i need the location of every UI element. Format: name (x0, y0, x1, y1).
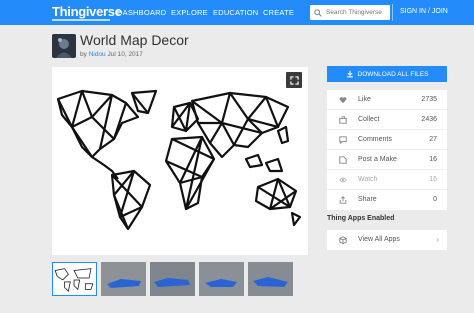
download-label: DOWNLOAD ALL FILES (357, 70, 429, 78)
like-count: 2735 (421, 96, 437, 103)
download-all-files-button[interactable]: DOWNLOAD ALL FILES (327, 66, 447, 82)
thing-apps-heading: Thing Apps Enabled (327, 215, 395, 222)
comment-icon (339, 136, 347, 144)
post-a-make-label: Post a Make (358, 156, 397, 163)
logo-underline (52, 19, 110, 21)
collect-icon (339, 116, 347, 124)
post-make-icon (339, 156, 347, 164)
collect-label: Collect (358, 116, 380, 123)
comments-count: 27 (429, 136, 437, 143)
page-title: World Map Decor (80, 32, 189, 48)
print-thumbnail-image (150, 262, 195, 296)
thumbnail-5[interactable] (248, 262, 293, 296)
share-icon (339, 196, 347, 204)
heart-icon (339, 97, 347, 104)
print-thumbnail-image (248, 262, 293, 296)
top-navbar: Thingiverse DASHBOARD EXPLORE EDUCATION … (0, 0, 474, 25)
collect-count: 2436 (421, 116, 437, 123)
cube-icon (339, 236, 347, 244)
fullscreen-button[interactable] (286, 72, 302, 88)
makes-count: 16 (429, 156, 437, 163)
stats-panel: Like 2735 Collect 2436 Comments 27 Post … (327, 90, 447, 210)
byline: by Nidou Jul 10, 2017 (80, 51, 143, 58)
thumbnail-4[interactable] (199, 262, 244, 296)
watch-label: Watch (358, 176, 378, 183)
page: Thingiverse DASHBOARD EXPLORE EDUCATION … (0, 0, 474, 313)
print-thumbnail-image (199, 262, 244, 296)
world-map-image (56, 89, 302, 231)
comments-label: Comments (358, 136, 392, 143)
thingiverse-logo[interactable]: Thingiverse (52, 4, 122, 19)
download-icon (346, 70, 353, 78)
comments-button[interactable]: Comments 27 (327, 130, 447, 150)
publish-date: Jul 10, 2017 (107, 51, 143, 58)
expand-icon (289, 75, 299, 85)
search-icon (314, 8, 322, 17)
post-a-make-button[interactable]: Post a Make 16 (327, 150, 447, 170)
watch-button[interactable]: Watch 16 (327, 170, 447, 190)
nav-create[interactable]: CREATE (263, 8, 294, 17)
main-image[interactable] (52, 67, 308, 255)
thumbnail-2[interactable] (101, 262, 146, 296)
search-box[interactable] (310, 5, 390, 20)
author-link[interactable]: Nidou (89, 51, 106, 58)
thumbnail-map[interactable] (52, 262, 97, 296)
watch-count: 16 (429, 176, 437, 183)
byline-by: by (80, 51, 87, 58)
thumbnail-strip (52, 262, 308, 296)
thumbnail-3[interactable] (150, 262, 195, 296)
like-button[interactable]: Like 2735 (327, 90, 447, 110)
collect-button[interactable]: Collect 2436 (327, 110, 447, 130)
share-count: 0 (433, 196, 437, 203)
nav-education[interactable]: EDUCATION (213, 8, 258, 17)
navbar-divider (392, 4, 393, 21)
watch-icon (339, 177, 347, 183)
chevron-right-icon: › (436, 235, 439, 244)
nav-explore[interactable]: EXPLORE (171, 8, 208, 17)
share-button[interactable]: Share 0 (327, 190, 447, 210)
view-all-apps-label: View All Apps (358, 236, 400, 243)
sign-in-join-link[interactable]: SIGN IN / JOIN (400, 8, 448, 15)
like-label: Like (358, 96, 371, 103)
map-thumbnail-image (54, 268, 94, 292)
share-label: Share (358, 196, 377, 203)
nav-dashboard[interactable]: DASHBOARD (117, 8, 166, 17)
print-thumbnail-image (101, 262, 146, 296)
avatar[interactable] (52, 34, 76, 58)
search-input[interactable] (326, 9, 390, 16)
view-all-apps-link[interactable]: View All Apps › (327, 230, 447, 250)
